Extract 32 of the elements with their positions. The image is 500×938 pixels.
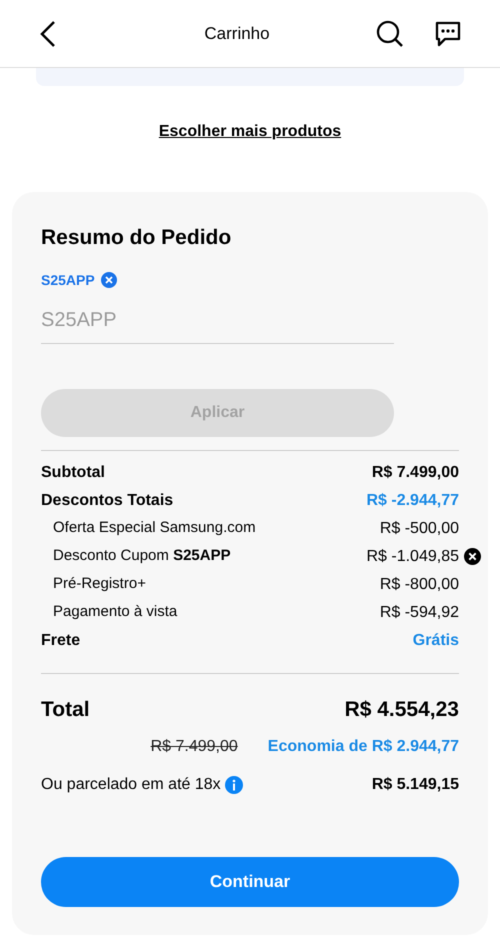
savings-text: Economia de R$ 2.944,77 bbox=[268, 737, 459, 757]
summary-value: R$ -594,92 bbox=[380, 602, 459, 622]
search-icon[interactable] bbox=[376, 20, 404, 48]
coupon-field[interactable]: S25APP bbox=[41, 304, 394, 344]
summary-label: Descontos Totais bbox=[41, 490, 174, 510]
original-price: R$ 7.499,00 bbox=[150, 737, 238, 757]
installment-value: R$ 5.149,15 bbox=[372, 775, 459, 795]
summary-value: R$ -500,00 bbox=[380, 518, 459, 538]
discount-label: Pagamento à vista bbox=[53, 602, 178, 622]
summary-label: Subtotal bbox=[41, 462, 105, 482]
chat-icon[interactable] bbox=[434, 20, 462, 48]
remove-coupon-icon[interactable] bbox=[100, 272, 117, 288]
back-icon[interactable] bbox=[38, 20, 58, 48]
total-label: Total bbox=[41, 696, 90, 722]
summary-title: Resumo do Pedido bbox=[41, 225, 232, 251]
summary-label: Frete bbox=[41, 630, 80, 650]
discount-label: Oferta Especial Samsung.com bbox=[53, 518, 256, 538]
discount-label: Pré-Registro+ bbox=[53, 574, 146, 594]
info-icon[interactable] bbox=[224, 776, 243, 794]
total-value: R$ 4.554,23 bbox=[344, 696, 459, 722]
installment-label: Ou parcelado em até 18x bbox=[41, 775, 221, 795]
page-title: Carrinho bbox=[204, 22, 270, 45]
discount-label: Desconto Cupom S25APP bbox=[53, 546, 231, 566]
remove-discount-icon[interactable] bbox=[464, 548, 481, 565]
summary-value: R$ 7.499,00 bbox=[372, 462, 459, 482]
summary-value: R$ -800,00 bbox=[380, 574, 459, 594]
summary-value: R$ -1.049,85 bbox=[366, 546, 459, 566]
continue-button[interactable]: Continuar bbox=[41, 857, 459, 907]
summary-value: R$ -2.944,77 bbox=[366, 490, 459, 510]
summary-value: Grátis bbox=[412, 630, 459, 650]
applied-coupon: S25APP bbox=[41, 270, 95, 290]
more-products-link[interactable]: Escolher mais produtos bbox=[158, 120, 342, 144]
